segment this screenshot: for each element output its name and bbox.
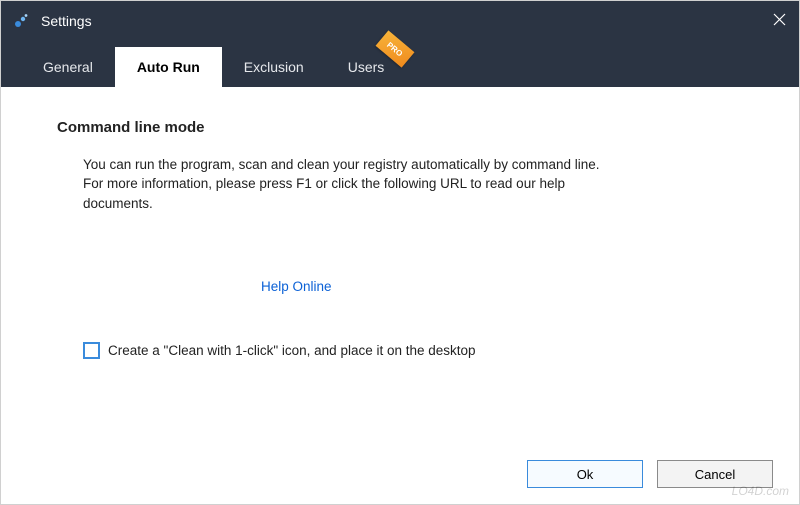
section-description: You can run the program, scan and clean … (83, 155, 623, 214)
tab-general[interactable]: General (21, 47, 115, 87)
title-bar: Settings (1, 1, 799, 41)
cancel-button[interactable]: Cancel (657, 460, 773, 488)
settings-window: Settings General Auto Run Exclusion User… (0, 0, 800, 505)
help-online-link[interactable]: Help Online (261, 277, 332, 297)
dialog-footer: Ok Cancel (1, 444, 799, 504)
tab-label: Exclusion (244, 59, 304, 75)
content-area: Command line mode You can run the progra… (1, 87, 799, 444)
tab-label: Users (348, 59, 385, 75)
close-icon (773, 13, 786, 29)
ok-button[interactable]: Ok (527, 460, 643, 488)
create-icon-checkbox[interactable] (83, 342, 100, 359)
tab-label: Auto Run (137, 59, 200, 75)
tab-users[interactable]: Users PRO (326, 47, 407, 87)
app-icon (11, 11, 31, 31)
button-label: Cancel (695, 467, 735, 482)
close-button[interactable] (759, 1, 799, 41)
tab-auto-run[interactable]: Auto Run (115, 47, 222, 87)
tab-exclusion[interactable]: Exclusion (222, 47, 326, 87)
checkbox-label: Create a "Clean with 1-click" icon, and … (108, 341, 476, 361)
tab-label: General (43, 59, 93, 75)
window-title: Settings (41, 13, 92, 29)
button-label: Ok (577, 467, 594, 482)
tab-bar: General Auto Run Exclusion Users PRO (1, 41, 799, 87)
section-title: Command line mode (57, 117, 743, 139)
checkbox-row: Create a "Clean with 1-click" icon, and … (83, 341, 743, 361)
section-body: You can run the program, scan and clean … (57, 155, 743, 361)
